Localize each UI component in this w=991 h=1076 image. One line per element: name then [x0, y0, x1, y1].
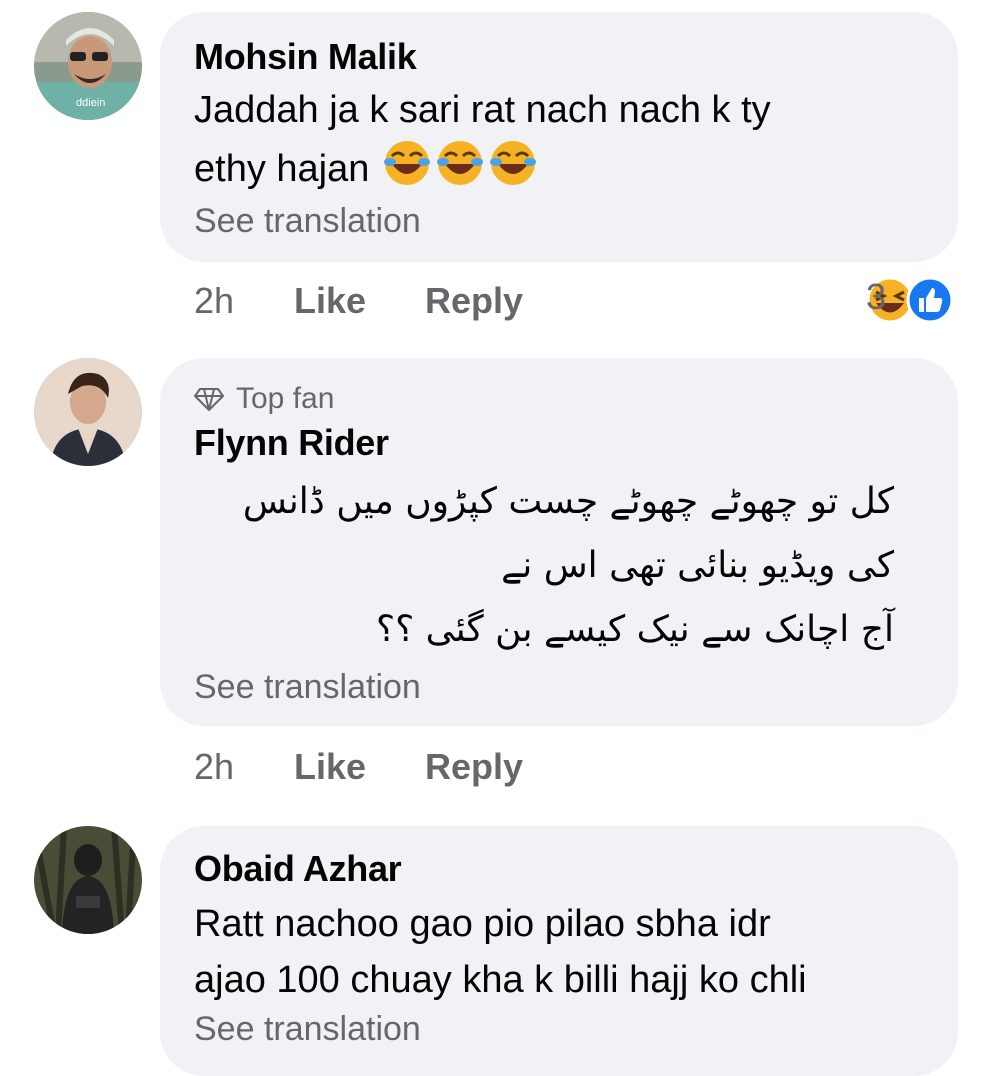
comment-bubble: Obaid Azhar Ratt nachoo gao pio pilao sb…	[160, 826, 958, 1076]
see-translation-link[interactable]: See translation	[194, 1010, 421, 1049]
comment-text: Ratt nachoo gao pio pilao sbha idr ajao …	[194, 896, 954, 1008]
like-reaction-icon	[906, 276, 954, 324]
comment-text-line: Ratt nachoo gao pio pilao sbha idr	[194, 903, 771, 945]
diamond-icon	[194, 388, 224, 411]
reaction-summary[interactable]: 3	[866, 276, 958, 324]
like-button[interactable]: Like	[294, 746, 366, 788]
comment-actions: 2h Like Reply	[194, 746, 974, 796]
see-translation-link[interactable]: See translation	[194, 668, 421, 707]
comment-text-line: کی ویڈیو بنائی تھی اس نے	[501, 545, 894, 586]
comment-actions: 2h Like Reply 3	[194, 276, 974, 330]
like-button[interactable]: Like	[294, 280, 366, 322]
comment-text-line: کل تو چھوٹے چھوٹے چست کپڑوں میں ڈانس	[242, 481, 894, 522]
reply-button[interactable]: Reply	[425, 280, 523, 322]
comment-text-line: ethy hajan	[194, 138, 924, 204]
comment-author[interactable]: Obaid Azhar	[194, 848, 402, 890]
comment-author[interactable]: Mohsin Malik	[194, 36, 417, 78]
reaction-count: 3	[866, 276, 887, 317]
top-fan-badge: Top fan	[194, 382, 334, 416]
svg-text:ddiein: ddiein	[76, 97, 105, 109]
comment-timestamp[interactable]: 2h	[194, 280, 234, 322]
comment-timestamp[interactable]: 2h	[194, 746, 234, 788]
comment-text: کل تو چھوٹے چھوٹے چست کپڑوں میں ڈانس کی …	[214, 470, 894, 662]
reply-button[interactable]: Reply	[425, 746, 523, 788]
comment-text-line: Jaddah ja k sari rat nach nach k ty	[194, 89, 771, 131]
comment-text-line: ajao 100 chuay kha k billi hajj ko chli	[194, 959, 807, 1001]
avatar[interactable]	[34, 826, 142, 934]
laughing-tears-emoji-icon	[380, 138, 540, 204]
see-translation-link[interactable]: See translation	[194, 202, 421, 241]
comment-text: Jaddah ja k sari rat nach nach k ty ethy…	[194, 82, 924, 204]
comment-author[interactable]: Flynn Rider	[194, 422, 389, 464]
comment-bubble: Mohsin Malik Jaddah ja k sari rat nach n…	[160, 12, 958, 262]
comment-text-line-part: ethy hajan	[194, 148, 370, 191]
avatar[interactable]	[34, 358, 142, 466]
avatar[interactable]: ddiein	[34, 12, 142, 120]
comment-bubble: Top fan Flynn Rider کل تو چھوٹے چھوٹے چس…	[160, 358, 958, 726]
comment-text-line: آج اچانک سے نیک کیسے بن گئی ؟؟	[375, 609, 894, 650]
top-fan-label: Top fan	[236, 382, 335, 415]
